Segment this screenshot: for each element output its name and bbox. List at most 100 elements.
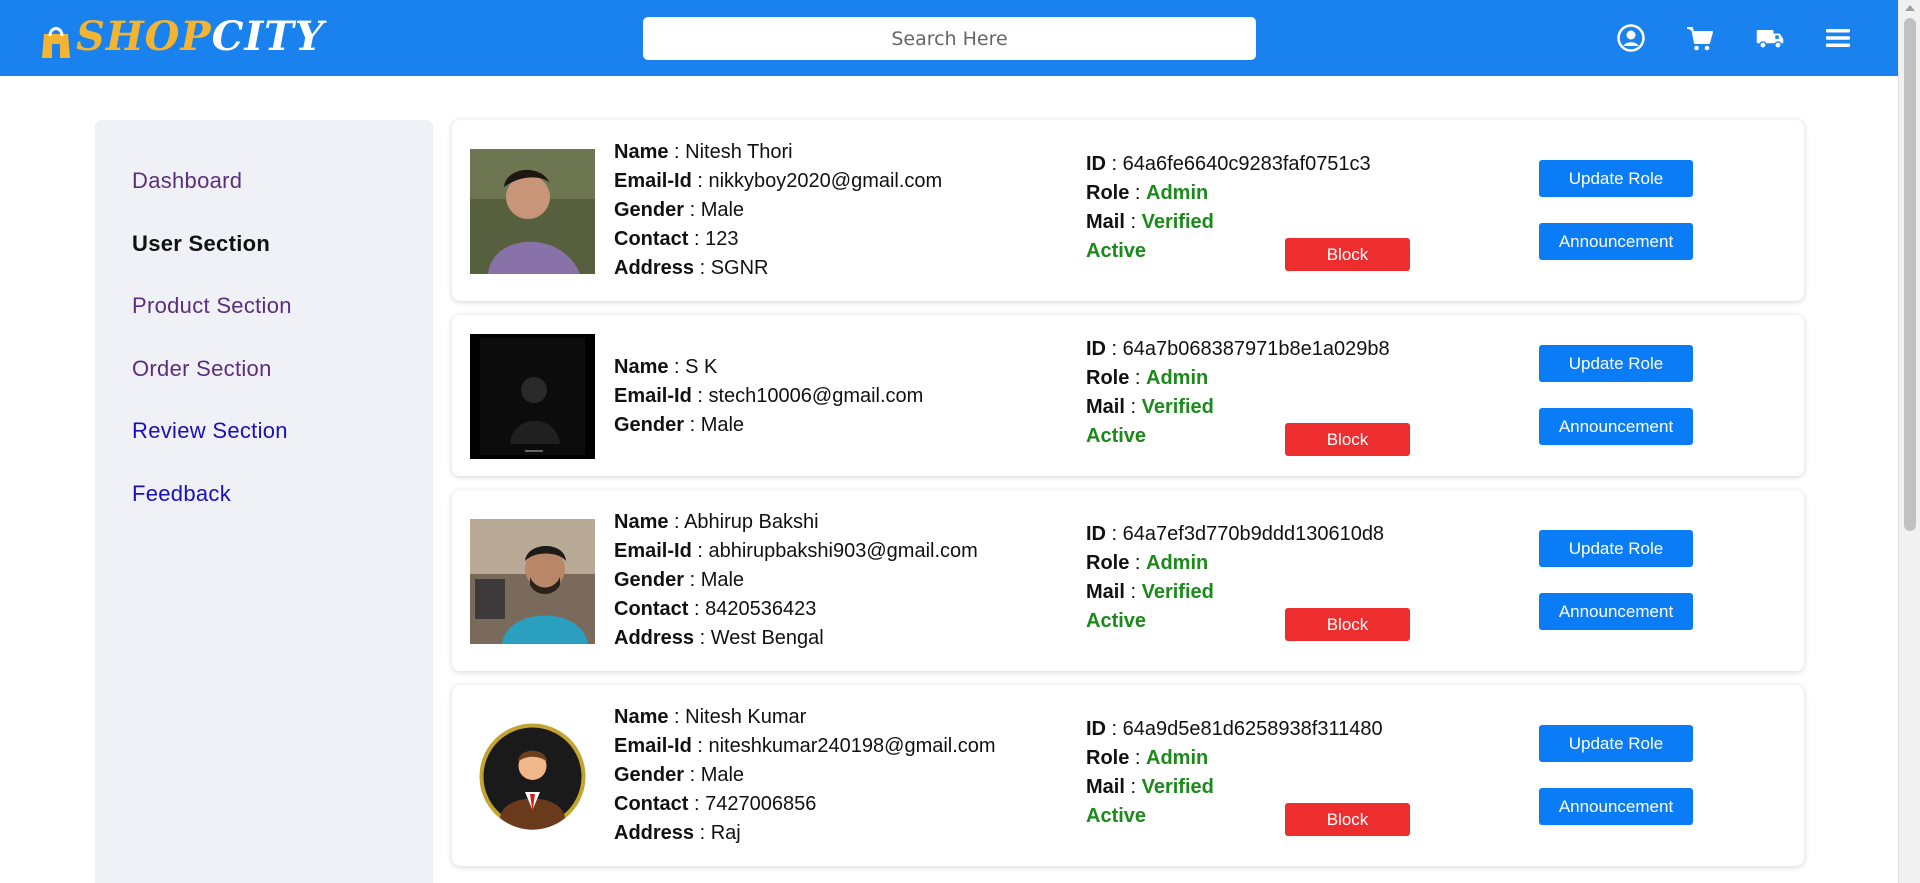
user-contact: 8420536423 (705, 598, 817, 620)
user-role-row: Role : Admin (1086, 367, 1209, 389)
scroll-up-arrow-icon[interactable] (1905, 5, 1915, 11)
user-mail-row: Mail : Verified (1086, 211, 1214, 233)
user-name-row: Name : S K (614, 356, 718, 378)
user-role-row: Role : Admin (1086, 552, 1209, 574)
user-gender: Male (700, 569, 745, 591)
user-name-row: Name : Abhirup Bakshi (614, 511, 819, 533)
user-role: Admin (1146, 367, 1209, 389)
user-address-row: Address : Raj (614, 822, 741, 844)
user-name-row: Name : Nitesh Thori (614, 141, 793, 163)
user-contact-row: Contact : 123 (614, 228, 739, 250)
user-mail-status: Verified (1141, 211, 1214, 233)
user-circle-icon[interactable] (1616, 23, 1646, 53)
update-role-button[interactable]: Update Role (1539, 160, 1693, 197)
announcement-button[interactable]: Announcement (1539, 223, 1693, 260)
user-card: Name : Nitesh Thori Email-Id : nikkyboy2… (452, 120, 1804, 301)
user-role-row: Role : Admin (1086, 182, 1209, 204)
user-gender-row: Gender : Male (614, 414, 745, 436)
page-scrollbar[interactable] (1898, 0, 1920, 883)
scrollbar-thumb[interactable] (1904, 18, 1916, 531)
sidebar: Dashboard User Section Product Section O… (95, 120, 433, 883)
sidebar-item-user-section[interactable]: User Section (132, 231, 270, 257)
block-button[interactable]: Block (1285, 423, 1410, 456)
cart-icon[interactable] (1685, 23, 1715, 53)
user-email-row: Email-Id : niteshkumar240198@gmail.com (614, 735, 996, 757)
sidebar-item-order-section[interactable]: Order Section (132, 356, 272, 382)
user-avatar (470, 519, 595, 644)
user-contact-row: Contact : 8420536423 (614, 598, 817, 620)
user-address: West Bengal (710, 627, 824, 649)
announcement-button[interactable]: Announcement (1539, 788, 1693, 825)
shopping-bag-icon (42, 27, 70, 58)
user-card: Name : Abhirup Bakshi Email-Id : abhirup… (452, 490, 1804, 671)
user-gender-row: Gender : Male (614, 199, 745, 221)
user-address-row: Address : West Bengal (614, 627, 824, 649)
update-role-button[interactable]: Update Role (1539, 530, 1693, 567)
logo-city-text: CITY (211, 13, 325, 60)
user-card: Name : S K Email-Id : stech10006@gmail.c… (452, 315, 1804, 476)
user-name: S K (685, 356, 718, 378)
user-email-row: Email-Id : stech10006@gmail.com (614, 385, 924, 407)
user-id-row: ID : 64a6fe6640c9283faf0751c3 (1086, 153, 1371, 175)
user-gender-row: Gender : Male (614, 569, 745, 591)
user-email-row: Email-Id : abhirupbakshi903@gmail.com (614, 540, 978, 562)
user-mail-row: Mail : Verified (1086, 776, 1214, 798)
user-mail-row: Mail : Verified (1086, 396, 1214, 418)
user-name: Nitesh Kumar (685, 706, 807, 728)
user-avatar (470, 714, 595, 839)
update-role-button[interactable]: Update Role (1539, 345, 1693, 382)
user-contact-row: Contact : 7427006856 (614, 793, 817, 815)
user-id-row: ID : 64a9d5e81d6258938f311480 (1086, 718, 1383, 740)
user-email: nikkyboy2020@gmail.com (708, 170, 943, 192)
user-avatar (470, 334, 595, 459)
sidebar-item-feedback[interactable]: Feedback (132, 481, 231, 507)
user-contact: 7427006856 (705, 793, 817, 815)
block-button[interactable]: Block (1285, 238, 1410, 271)
search-input[interactable] (643, 17, 1256, 60)
sidebar-item-product-section[interactable]: Product Section (132, 293, 292, 319)
user-address: Raj (710, 822, 741, 844)
block-button[interactable]: Block (1285, 608, 1410, 641)
user-email: abhirupbakshi903@gmail.com (708, 540, 978, 562)
user-gender: Male (700, 414, 745, 436)
truck-icon[interactable] (1755, 23, 1785, 53)
sidebar-item-review-section[interactable]: Review Section (132, 418, 288, 444)
user-address-row: Address : SGNR (614, 257, 769, 279)
user-name: Nitesh Thori (685, 141, 793, 163)
user-card: Name : Nitesh Kumar Email-Id : niteshkum… (452, 685, 1804, 866)
user-name-row: Name : Nitesh Kumar (614, 706, 807, 728)
user-gender: Male (700, 199, 745, 221)
top-navbar: SHOPCITY (0, 0, 1898, 76)
user-contact: 123 (705, 228, 739, 250)
user-email: niteshkumar240198@gmail.com (708, 735, 996, 757)
user-role: Admin (1146, 182, 1209, 204)
user-gender: Male (700, 764, 745, 786)
user-mail-status: Verified (1141, 396, 1214, 418)
user-avatar (470, 149, 595, 274)
user-id: 64a7ef3d770b9ddd130610d8 (1122, 523, 1385, 545)
user-mail-status: Verified (1141, 776, 1214, 798)
user-email-row: Email-Id : nikkyboy2020@gmail.com (614, 170, 943, 192)
user-address: SGNR (710, 257, 769, 279)
user-id: 64a7b068387971b8e1a029b8 (1122, 338, 1390, 360)
user-email: stech10006@gmail.com (708, 385, 924, 407)
block-button[interactable]: Block (1285, 803, 1410, 836)
user-id-row: ID : 64a7b068387971b8e1a029b8 (1086, 338, 1390, 360)
user-id-row: ID : 64a7ef3d770b9ddd130610d8 (1086, 523, 1385, 545)
user-mail-row: Mail : Verified (1086, 581, 1214, 603)
user-name: Abhirup Bakshi (684, 511, 819, 533)
menu-icon[interactable] (1823, 23, 1853, 53)
user-gender-row: Gender : Male (614, 764, 745, 786)
user-role-row: Role : Admin (1086, 747, 1209, 769)
user-id: 64a9d5e81d6258938f311480 (1122, 718, 1383, 740)
announcement-button[interactable]: Announcement (1539, 593, 1693, 630)
user-role: Admin (1146, 747, 1209, 769)
shopcity-logo[interactable]: SHOPCITY (36, 6, 324, 68)
announcement-button[interactable]: Announcement (1539, 408, 1693, 445)
update-role-button[interactable]: Update Role (1539, 725, 1693, 762)
user-id: 64a6fe6640c9283faf0751c3 (1122, 153, 1371, 175)
sidebar-item-dashboard[interactable]: Dashboard (132, 168, 242, 194)
user-role: Admin (1146, 552, 1209, 574)
logo-shop-text: SHOP (76, 13, 212, 60)
user-mail-status: Verified (1141, 581, 1214, 603)
